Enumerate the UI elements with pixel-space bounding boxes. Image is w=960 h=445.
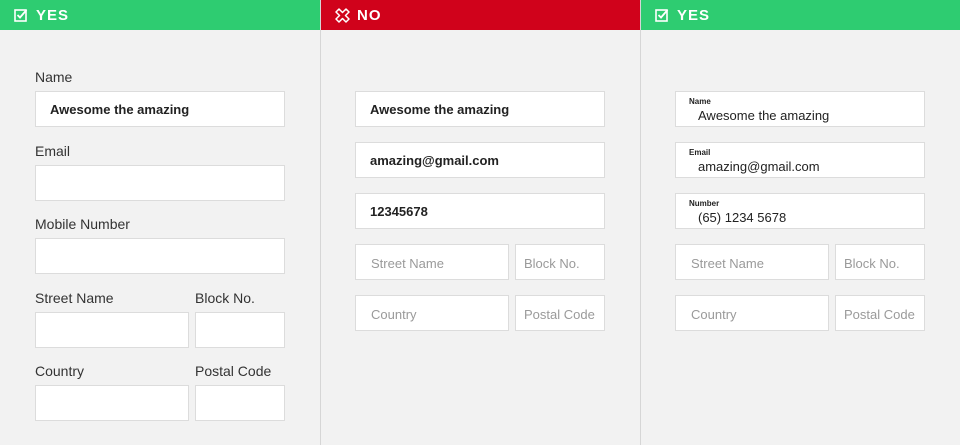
number-value: 12345678	[370, 204, 428, 219]
email-value: amazing@gmail.com	[370, 153, 499, 168]
email-float-label: Email	[689, 148, 711, 157]
block-no-field[interactable]: Block No.	[515, 244, 605, 280]
number-float-label: Number	[689, 199, 720, 208]
panel-no-labels: NO Awesome the amazing amazing@gmail.com…	[321, 0, 640, 445]
postal-code-field[interactable]: Postal Code	[835, 295, 925, 331]
postal-code-field[interactable]	[195, 385, 285, 421]
block-no-placeholder: Block No.	[844, 256, 900, 271]
country-label: Country	[35, 363, 85, 379]
name-field[interactable]: Awesome the amazing	[355, 91, 605, 127]
street-name-field[interactable]: Street Name	[355, 244, 509, 280]
name-value: Awesome the amazing	[50, 102, 190, 117]
panel-header-yes: YES	[0, 0, 320, 30]
country-field[interactable]: Country	[675, 295, 829, 331]
name-float-label: Name	[689, 97, 711, 106]
checkbox-check-icon	[14, 8, 28, 22]
street-name-field[interactable]: Street Name	[675, 244, 829, 280]
email-field[interactable]: Email amazing@gmail.com	[675, 142, 925, 178]
block-no-field[interactable]	[195, 312, 285, 348]
number-field[interactable]: Number (65) 1234 5678	[675, 193, 925, 229]
country-field[interactable]: Country	[355, 295, 509, 331]
postal-code-label: Postal Code	[195, 363, 272, 379]
panel-yes-floating-labels: YES Name Awesome the amazing Email amazi…	[641, 0, 960, 445]
block-no-label: Block No.	[195, 290, 255, 306]
panel-status-text: YES	[677, 6, 711, 24]
number-field[interactable]: 12345678	[355, 193, 605, 229]
postal-code-placeholder: Postal Code	[524, 307, 595, 322]
number-value: (65) 1234 5678	[698, 210, 787, 225]
email-value: amazing@gmail.com	[698, 159, 820, 174]
name-field[interactable]: Awesome the amazing	[35, 91, 285, 127]
block-no-field[interactable]: Block No.	[835, 244, 925, 280]
email-field[interactable]: amazing@gmail.com	[355, 142, 605, 178]
panel-status-text: NO	[357, 6, 382, 24]
street-name-field[interactable]	[35, 312, 189, 348]
street-name-label: Street Name	[35, 290, 114, 306]
mobile-number-label: Mobile Number	[35, 216, 130, 232]
panel-status-text: YES	[36, 6, 70, 24]
checkbox-check-icon	[655, 8, 669, 22]
postal-code-placeholder: Postal Code	[844, 307, 915, 322]
cross-badge-icon	[335, 8, 350, 23]
block-no-placeholder: Block No.	[524, 256, 580, 271]
name-value: Awesome the amazing	[370, 102, 510, 117]
mobile-number-field[interactable]	[35, 238, 285, 274]
street-name-placeholder: Street Name	[691, 256, 764, 271]
name-label: Name	[35, 69, 73, 85]
panel-yes-labels-above: YES Name Awesome the amazing Email Mobil…	[0, 0, 320, 445]
street-name-placeholder: Street Name	[371, 256, 444, 271]
name-value: Awesome the amazing	[698, 108, 830, 123]
panel-header-yes: YES	[641, 0, 960, 30]
country-placeholder: Country	[691, 307, 737, 322]
country-field[interactable]	[35, 385, 189, 421]
name-field[interactable]: Name Awesome the amazing	[675, 91, 925, 127]
email-field[interactable]	[35, 165, 285, 201]
country-placeholder: Country	[371, 307, 417, 322]
panel-header-no: NO	[321, 0, 640, 30]
email-label: Email	[35, 143, 71, 159]
postal-code-field[interactable]: Postal Code	[515, 295, 605, 331]
